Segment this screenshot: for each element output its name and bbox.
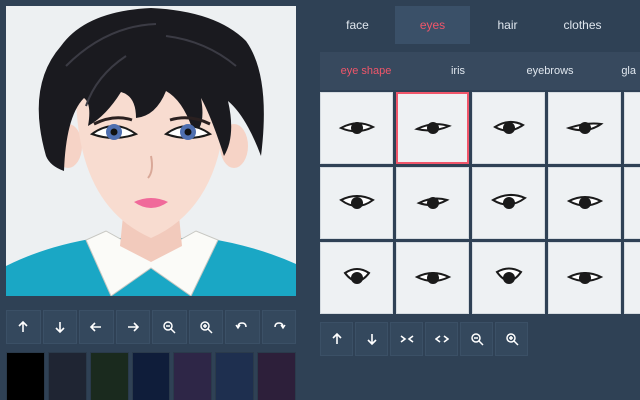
eye-shape-option[interactable] xyxy=(624,92,640,164)
eye-shape-icon xyxy=(490,194,527,209)
subtab-eye-shape[interactable]: eye shape xyxy=(320,52,412,90)
subtab-iris[interactable]: iris xyxy=(412,52,504,90)
avatar-image xyxy=(6,8,296,296)
subcategory-tabs: eye shape iris eyebrows gla xyxy=(320,52,640,90)
eye-shape-icon xyxy=(495,267,522,284)
move-right-button[interactable] xyxy=(115,310,150,344)
eye-shape-option[interactable] xyxy=(320,242,393,314)
move-up-button[interactable] xyxy=(6,310,41,344)
eye-shape-icon xyxy=(492,121,525,134)
zoom-out-icon xyxy=(163,321,176,334)
avatar-preview xyxy=(6,6,296,296)
eye-shape-icon xyxy=(338,195,375,209)
widen-icon xyxy=(434,335,449,343)
undo-button[interactable] xyxy=(225,310,260,344)
arrow-up-icon xyxy=(18,320,28,332)
eye-shape-icon xyxy=(414,272,451,284)
color-swatch[interactable] xyxy=(47,352,87,400)
subtab-eyebrows[interactable]: eyebrows xyxy=(504,52,596,90)
zoom-in-icon xyxy=(505,333,519,346)
zoom-out-icon xyxy=(470,333,484,346)
part-zoom-in-button[interactable] xyxy=(495,322,528,356)
eye-shape-option[interactable] xyxy=(472,92,545,164)
color-swatch[interactable] xyxy=(173,352,213,400)
eye-shape-option[interactable] xyxy=(472,167,545,239)
eye-shape-icon xyxy=(566,272,603,284)
preview-toolbar xyxy=(6,310,296,344)
color-swatch[interactable] xyxy=(89,352,129,400)
tab-eyes[interactable]: eyes xyxy=(395,6,470,44)
eye-shape-option[interactable] xyxy=(320,92,393,164)
eye-shape-option[interactable] xyxy=(624,242,640,314)
eye-shape-icon xyxy=(566,196,603,209)
color-swatch[interactable] xyxy=(215,352,255,400)
eye-shape-icon xyxy=(415,197,450,209)
color-swatch[interactable] xyxy=(131,352,171,400)
eye-shape-option[interactable] xyxy=(320,167,393,239)
category-tabs: face eyes hair clothes xyxy=(320,6,640,44)
tab-hair[interactable]: hair xyxy=(470,6,545,44)
eye-shape-icon xyxy=(565,122,604,134)
arrow-down-icon xyxy=(366,334,377,346)
eye-shape-icon xyxy=(413,122,452,134)
eye-shape-option[interactable] xyxy=(396,92,469,164)
arrow-left-icon xyxy=(90,322,102,332)
eye-shape-option[interactable] xyxy=(548,167,621,239)
redo-icon xyxy=(274,322,286,330)
undo-icon xyxy=(235,322,247,330)
color-swatch[interactable] xyxy=(6,352,45,400)
part-narrow-button[interactable] xyxy=(390,322,423,356)
part-up-button[interactable] xyxy=(320,322,353,356)
tab-face[interactable]: face xyxy=(320,6,395,44)
zoom-out-button[interactable] xyxy=(152,310,187,344)
color-palette xyxy=(6,352,296,400)
eye-shape-icon xyxy=(343,268,370,284)
part-down-button[interactable] xyxy=(355,322,388,356)
move-left-button[interactable] xyxy=(79,310,114,344)
subtab-glasses[interactable]: gla xyxy=(596,52,636,90)
arrow-right-icon xyxy=(127,322,139,332)
part-widen-button[interactable] xyxy=(425,322,458,356)
part-zoom-out-button[interactable] xyxy=(460,322,493,356)
part-toolbar xyxy=(320,322,530,356)
zoom-in-button[interactable] xyxy=(188,310,223,344)
eye-shape-option[interactable] xyxy=(396,167,469,239)
narrow-icon xyxy=(400,335,413,343)
move-down-button[interactable] xyxy=(42,310,77,344)
arrow-up-icon xyxy=(331,332,342,344)
eye-shape-option[interactable] xyxy=(548,242,621,314)
zoom-in-icon xyxy=(200,321,213,334)
tab-clothes[interactable]: clothes xyxy=(545,6,620,44)
eye-shape-option[interactable] xyxy=(548,92,621,164)
eye-shape-icon xyxy=(338,122,375,134)
eye-shape-grid xyxy=(320,92,640,314)
arrow-down-icon xyxy=(55,322,65,334)
eye-shape-option[interactable] xyxy=(624,167,640,239)
eye-shape-option[interactable] xyxy=(472,242,545,314)
eye-shape-option[interactable] xyxy=(396,242,469,314)
redo-button[interactable] xyxy=(261,310,296,344)
color-swatch[interactable] xyxy=(257,352,296,400)
